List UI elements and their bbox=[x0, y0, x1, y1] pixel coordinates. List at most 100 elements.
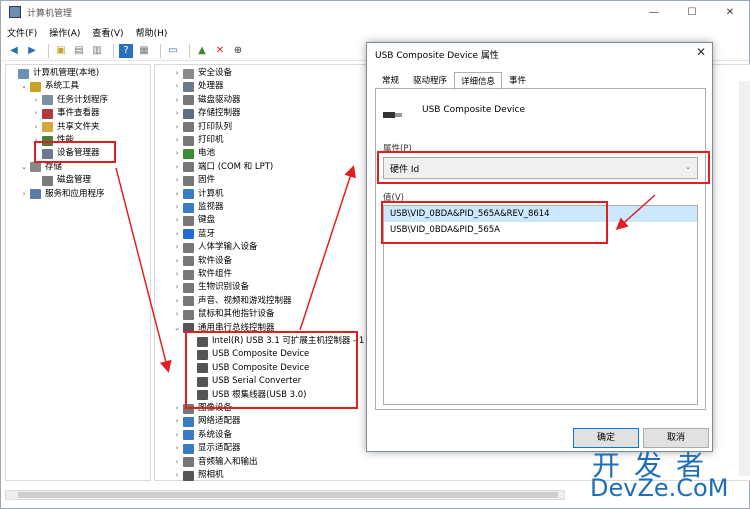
device_tree-item[interactable]: › 音频输入和输出 bbox=[173, 456, 258, 469]
left_tree-item[interactable]: ⌄ 系统工具 bbox=[20, 80, 79, 93]
chevron-right-icon[interactable]: › bbox=[173, 147, 181, 160]
chevron-right-icon[interactable]: › bbox=[32, 94, 40, 107]
device_tree-label: 软件设备 bbox=[198, 255, 233, 266]
device_tree-item[interactable]: › 磁盘驱动器 bbox=[173, 94, 241, 107]
menu-action[interactable]: 操作(A) bbox=[49, 26, 80, 39]
device_tree-label: 声音、视频和游戏控制器 bbox=[198, 295, 292, 306]
tab-events[interactable]: 事件 bbox=[502, 71, 533, 89]
help-icon[interactable]: ? bbox=[119, 43, 133, 58]
chevron-right-icon[interactable]: › bbox=[173, 214, 181, 227]
device_tree-item[interactable]: › 网络适配器 bbox=[173, 415, 241, 428]
chevron-right-icon[interactable]: › bbox=[173, 255, 181, 268]
show-tree-icon[interactable]: ▤ bbox=[72, 44, 86, 58]
device_tree-item[interactable]: › 端口 (COM 和 LPT) bbox=[173, 161, 273, 174]
left_tree-label: 共享文件夹 bbox=[57, 121, 100, 132]
device_tree-item[interactable]: › 监视器 bbox=[173, 201, 224, 214]
chevron-right-icon[interactable]: › bbox=[20, 188, 28, 201]
scan-download-icon[interactable]: ⊕ bbox=[231, 44, 245, 58]
uninstall-x-icon[interactable]: ✕ bbox=[213, 44, 227, 58]
chevron-right-icon[interactable]: › bbox=[173, 402, 181, 415]
device-category-icon bbox=[183, 68, 194, 79]
up-folder-icon[interactable]: ▣ bbox=[54, 44, 68, 58]
chevron-right-icon[interactable]: › bbox=[173, 442, 181, 455]
device_tree-item[interactable]: › 鼠标和其他指针设备 bbox=[173, 308, 275, 321]
chevron-right-icon[interactable]: › bbox=[173, 281, 181, 294]
dialog-close-button[interactable]: ✕ bbox=[696, 45, 706, 59]
left_tree-item[interactable]: 计算机管理(本地) bbox=[8, 67, 99, 80]
device_tree-item[interactable]: › 打印队列 bbox=[173, 121, 232, 134]
device-category-icon bbox=[183, 443, 194, 454]
navigation-tree[interactable]: 计算机管理(本地) ⌄ 系统工具 › 任务计划程序 › 事件查看器 › 共享文件夹 › 性能 设备管理… bbox=[5, 64, 151, 481]
tab-driver[interactable]: 驱动程序 bbox=[406, 71, 454, 89]
monitor-icon[interactable]: ▭ bbox=[166, 44, 180, 58]
scrollbar-thumb[interactable] bbox=[18, 492, 558, 498]
device_tree-item[interactable]: › 固件 bbox=[173, 174, 215, 187]
device_tree-item[interactable]: › 键盘 bbox=[173, 214, 215, 227]
device_tree-item[interactable]: › 蓝牙 bbox=[173, 228, 215, 241]
chevron-right-icon[interactable]: › bbox=[173, 174, 181, 187]
minimize-button[interactable]: — bbox=[635, 1, 673, 23]
left_tree-item[interactable]: 磁盘管理 bbox=[32, 174, 91, 187]
device_tree-item[interactable]: › 计算机 bbox=[173, 188, 224, 201]
back-arrow-icon[interactable]: ◀ bbox=[7, 44, 21, 58]
left_tree-item[interactable]: › 共享文件夹 bbox=[32, 121, 100, 134]
chevron-right-icon[interactable]: › bbox=[32, 107, 40, 120]
properties-icon[interactable]: ▥ bbox=[90, 44, 104, 58]
chevron-down-icon[interactable]: ⌄ bbox=[20, 80, 28, 93]
chevron-right-icon[interactable]: › bbox=[173, 67, 181, 80]
menu-file[interactable]: 文件(F) bbox=[7, 26, 37, 39]
device_tree-item[interactable]: › 生物识别设备 bbox=[173, 281, 249, 294]
maximize-button[interactable]: ☐ bbox=[673, 1, 711, 23]
forward-arrow-icon[interactable]: ▶ bbox=[25, 44, 39, 58]
close-button[interactable]: ✕ bbox=[711, 1, 749, 23]
device_tree-label: 照相机 bbox=[198, 470, 224, 480]
chevron-right-icon[interactable]: › bbox=[173, 161, 181, 174]
device_tree-item[interactable]: › 照相机 bbox=[173, 469, 224, 482]
tab-general[interactable]: 常规 bbox=[375, 71, 406, 89]
device_tree-item[interactable]: › 打印机 bbox=[173, 134, 224, 147]
device_tree-item[interactable]: › 软件设备 bbox=[173, 255, 232, 268]
chevron-right-icon[interactable]: › bbox=[173, 228, 181, 241]
device-category-icon bbox=[42, 108, 53, 119]
chevron-right-icon[interactable]: › bbox=[173, 415, 181, 428]
chevron-right-icon[interactable]: › bbox=[173, 107, 181, 120]
device_tree-label: 安全设备 bbox=[198, 68, 233, 78]
chevron-right-icon[interactable]: › bbox=[173, 188, 181, 201]
left_tree-item[interactable]: › 事件查看器 bbox=[32, 107, 100, 120]
vertical-scrollbar[interactable] bbox=[739, 81, 750, 476]
device_tree-item[interactable]: › 软件组件 bbox=[173, 268, 232, 281]
chevron-right-icon[interactable]: › bbox=[173, 308, 181, 321]
chevron-right-icon[interactable]: › bbox=[173, 94, 181, 107]
chevron-right-icon[interactable]: › bbox=[173, 295, 181, 308]
device_tree-item[interactable]: › 人体学输入设备 bbox=[173, 241, 258, 254]
chevron-down-icon[interactable]: ⌄ bbox=[173, 322, 181, 335]
device_tree-item[interactable]: › 存储控制器 bbox=[173, 107, 241, 120]
device_tree-item[interactable]: › 系统设备 bbox=[173, 429, 232, 442]
highlight-hardware-ids bbox=[381, 201, 608, 244]
chevron-right-icon[interactable]: › bbox=[173, 429, 181, 442]
device-category-icon bbox=[183, 202, 194, 213]
device_tree-item[interactable]: › 处理器 bbox=[173, 80, 224, 93]
device_tree-item[interactable]: › 显示适配器 bbox=[173, 442, 241, 455]
device_tree-item[interactable]: › 电池 bbox=[173, 147, 215, 160]
chevron-right-icon[interactable]: › bbox=[173, 241, 181, 254]
left_tree-item[interactable]: › 服务和应用程序 bbox=[20, 188, 105, 201]
chevron-right-icon[interactable]: › bbox=[173, 80, 181, 93]
chevron-right-icon[interactable]: › bbox=[173, 469, 181, 482]
chevron-right-icon[interactable]: › bbox=[173, 134, 181, 147]
action-pane-icon[interactable]: ▦ bbox=[137, 44, 151, 58]
device_tree-item[interactable]: › 安全设备 bbox=[173, 67, 232, 80]
left_tree-item[interactable]: › 任务计划程序 bbox=[32, 94, 108, 107]
update-driver-icon[interactable]: ▲ bbox=[195, 44, 209, 58]
device-category-icon bbox=[183, 229, 194, 240]
chevron-right-icon[interactable]: › bbox=[173, 201, 181, 214]
chevron-down-icon[interactable]: ⌄ bbox=[20, 161, 28, 174]
menu-view[interactable]: 查看(V) bbox=[92, 26, 123, 39]
menu-help[interactable]: 帮助(H) bbox=[136, 26, 168, 39]
chevron-right-icon[interactable]: › bbox=[173, 456, 181, 469]
device_tree-item[interactable]: › 声音、视频和游戏控制器 bbox=[173, 295, 292, 308]
chevron-right-icon[interactable]: › bbox=[173, 268, 181, 281]
chevron-right-icon[interactable]: › bbox=[173, 121, 181, 134]
horizontal-scrollbar[interactable] bbox=[5, 490, 565, 500]
chevron-right-icon[interactable]: › bbox=[32, 121, 40, 134]
